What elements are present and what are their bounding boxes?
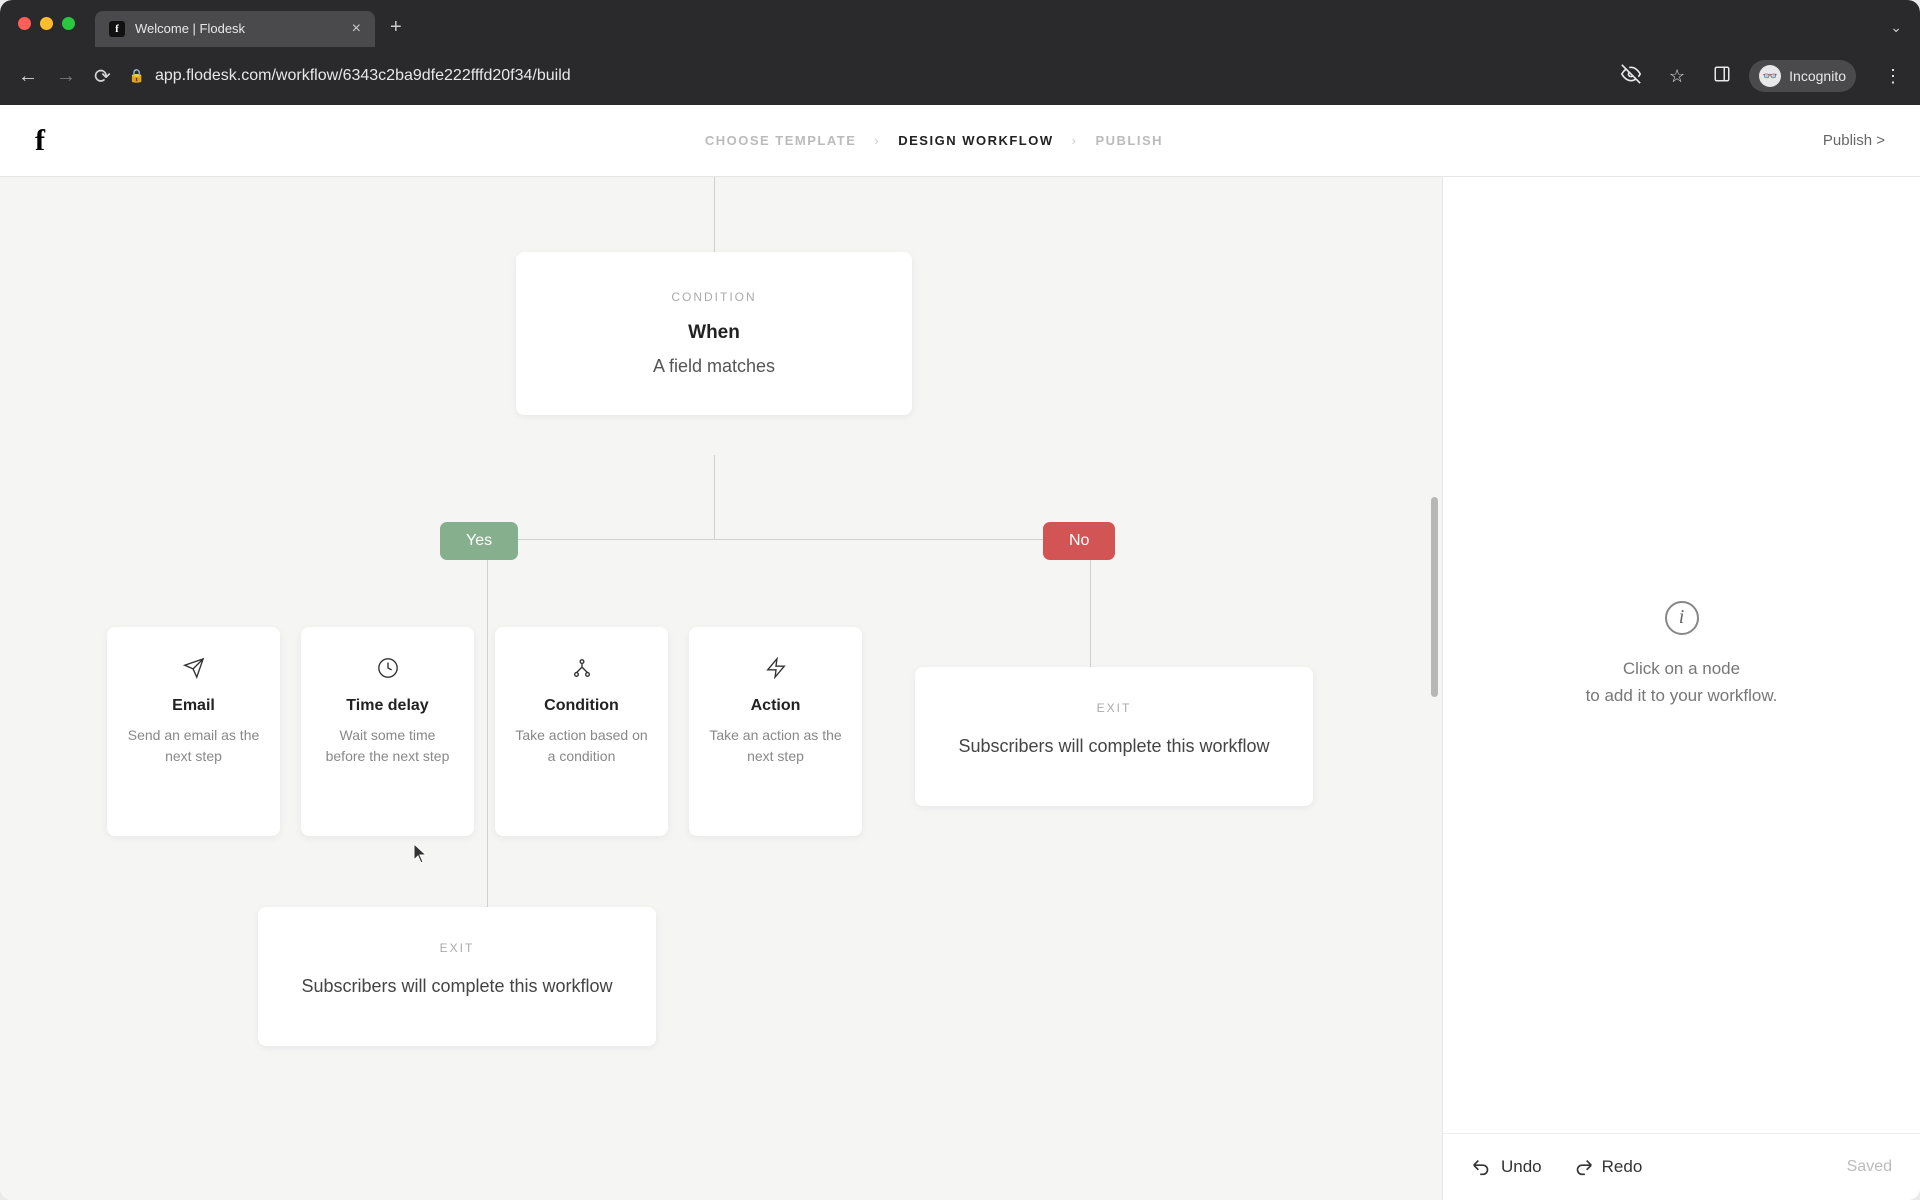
lightning-icon bbox=[765, 657, 787, 679]
step-option-action[interactable]: Action Take an action as the next step bbox=[689, 627, 862, 836]
sidebar-hint: Click on a node to add it to your workfl… bbox=[1586, 655, 1778, 709]
favicon-icon: f bbox=[109, 21, 125, 37]
eye-off-icon[interactable] bbox=[1621, 64, 1641, 89]
node-description: A field matches bbox=[546, 356, 882, 377]
node-type-label: EXIT bbox=[945, 701, 1283, 715]
step-description: Take action based on a condition bbox=[513, 725, 650, 767]
step-description: Send an email as the next step bbox=[125, 725, 262, 767]
connector-line bbox=[487, 539, 1090, 540]
step-option-condition[interactable]: Condition Take action based on a conditi… bbox=[495, 627, 668, 836]
step-description: Wait some time before the next step bbox=[319, 725, 456, 767]
reload-button[interactable]: ⟳ bbox=[94, 64, 111, 89]
publish-button[interactable]: Publish > bbox=[1823, 132, 1885, 149]
new-tab-button[interactable]: + bbox=[390, 16, 402, 39]
breadcrumb-choose-template[interactable]: CHOOSE TEMPLATE bbox=[705, 133, 857, 148]
address-bar[interactable]: 🔒 app.flodesk.com/workflow/6343c2ba9dfe2… bbox=[129, 67, 1593, 85]
node-title: When bbox=[546, 322, 882, 344]
condition-node[interactable]: CONDITION When A field matches bbox=[516, 252, 912, 415]
node-type-label: EXIT bbox=[288, 941, 626, 955]
yes-branch-pill[interactable]: Yes bbox=[440, 522, 518, 560]
breadcrumb-publish[interactable]: PUBLISH bbox=[1095, 133, 1163, 148]
tab-title: Welcome | Flodesk bbox=[135, 21, 342, 36]
connector-line bbox=[714, 455, 715, 539]
panel-icon[interactable] bbox=[1713, 65, 1731, 88]
close-tab-icon[interactable]: × bbox=[352, 20, 361, 38]
minimize-window-icon[interactable] bbox=[40, 17, 53, 30]
node-type-label: CONDITION bbox=[546, 290, 882, 304]
undo-icon bbox=[1471, 1156, 1493, 1178]
step-option-email[interactable]: Email Send an email as the next step bbox=[107, 627, 280, 836]
step-title: Action bbox=[751, 697, 801, 715]
star-icon[interactable]: ☆ bbox=[1669, 66, 1685, 87]
incognito-badge[interactable]: 👓 Incognito bbox=[1749, 60, 1856, 92]
step-type-selector: Email Send an email as the next step Tim… bbox=[107, 627, 862, 836]
undo-label: Undo bbox=[1501, 1157, 1542, 1177]
forward-button[interactable]: → bbox=[56, 65, 76, 88]
maximize-window-icon[interactable] bbox=[62, 17, 75, 30]
breadcrumb: CHOOSE TEMPLATE › DESIGN WORKFLOW › PUBL… bbox=[705, 133, 1163, 148]
chevron-right-icon: › bbox=[874, 133, 880, 148]
url-text: app.flodesk.com/workflow/6343c2ba9dfe222… bbox=[155, 67, 571, 85]
browser-tab[interactable]: f Welcome | Flodesk × bbox=[95, 11, 375, 47]
paper-plane-icon bbox=[183, 657, 205, 679]
back-button[interactable]: ← bbox=[18, 65, 38, 88]
exit-text: Subscribers will complete this workflow bbox=[945, 733, 1283, 760]
exit-node[interactable]: EXIT Subscribers will complete this work… bbox=[258, 907, 656, 1046]
cursor-icon bbox=[414, 844, 430, 869]
info-icon: i bbox=[1665, 601, 1699, 635]
lock-icon: 🔒 bbox=[129, 68, 145, 84]
incognito-label: Incognito bbox=[1789, 68, 1846, 84]
chevron-right-icon: › bbox=[1072, 133, 1078, 148]
step-title: Email bbox=[172, 697, 215, 715]
step-title: Time delay bbox=[346, 697, 428, 715]
redo-label: Redo bbox=[1602, 1157, 1643, 1177]
redo-button[interactable]: Redo bbox=[1572, 1156, 1643, 1178]
exit-node[interactable]: EXIT Subscribers will complete this work… bbox=[915, 667, 1313, 806]
incognito-icon: 👓 bbox=[1759, 65, 1781, 87]
chevron-down-icon[interactable]: ⌄ bbox=[1890, 19, 1902, 36]
clock-icon bbox=[377, 657, 399, 679]
exit-text: Subscribers will complete this workflow bbox=[288, 973, 626, 1000]
step-option-time-delay[interactable]: Time delay Wait some time before the nex… bbox=[301, 627, 474, 836]
branch-icon bbox=[571, 657, 593, 679]
window-controls[interactable] bbox=[18, 17, 75, 30]
step-description: Take an action as the next step bbox=[707, 725, 844, 767]
redo-icon bbox=[1572, 1156, 1594, 1178]
close-window-icon[interactable] bbox=[18, 17, 31, 30]
logo[interactable]: f bbox=[35, 124, 45, 158]
scrollbar[interactable] bbox=[1431, 497, 1438, 697]
no-branch-pill[interactable]: No bbox=[1043, 522, 1115, 560]
saved-status: Saved bbox=[1847, 1158, 1892, 1176]
breadcrumb-design-workflow[interactable]: DESIGN WORKFLOW bbox=[898, 133, 1053, 148]
undo-button[interactable]: Undo bbox=[1471, 1156, 1542, 1178]
sidebar-panel: i Click on a node to add it to your work… bbox=[1442, 177, 1920, 1200]
step-title: Condition bbox=[544, 697, 619, 715]
menu-button[interactable]: ⋮ bbox=[1884, 66, 1902, 87]
connector-line bbox=[714, 177, 715, 252]
workflow-canvas[interactable]: CONDITION When A field matches Yes No Em… bbox=[0, 177, 1442, 1200]
